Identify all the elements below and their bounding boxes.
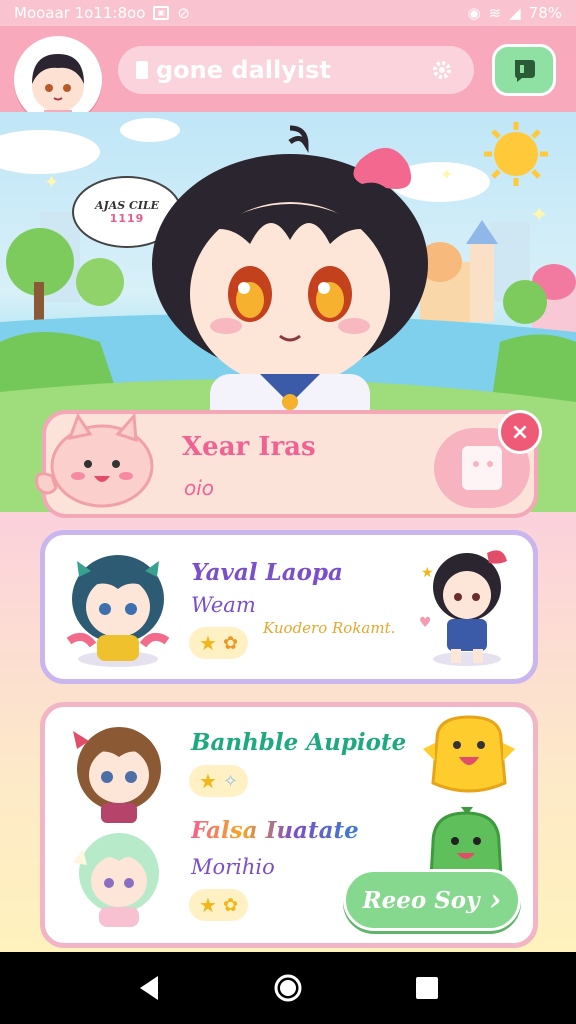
svg-text:♥: ♥ [419, 615, 432, 631]
profile-card[interactable]: Xear Iras oio × [35, 410, 542, 518]
recents-icon[interactable] [414, 975, 440, 1001]
profile-subtitle: oio [184, 476, 215, 500]
no-sim-icon: ⊘ [177, 4, 190, 22]
rating-badge: ★ ✿ [189, 627, 249, 659]
document-icon [136, 61, 148, 79]
item2-name: Falsa Iuatate [191, 817, 359, 844]
item1-rating-badge: ★ ✧ [189, 765, 249, 797]
status-time: Mooaar 1o11:8oo [14, 4, 146, 22]
pink-pet-mascot [35, 412, 154, 508]
status-bar: Mooaar 1o11:8oo ▣ ⊘ ◉ ≋ ◢ 78% [0, 0, 576, 26]
star-icon: ★ [199, 769, 217, 793]
title-bar[interactable]: gone dallyist [118, 46, 474, 94]
app-header: gone dallyist [0, 26, 576, 124]
home-icon[interactable] [273, 973, 303, 1003]
svg-text:★: ★ [421, 565, 434, 581]
paw-icon: ✿ [222, 894, 239, 916]
character-role: Weam [191, 593, 256, 617]
character-card-2[interactable]: Banhble Aupiote ★ ✧ Falsa Iuatate Morihi… [40, 702, 538, 948]
gear-icon[interactable] [428, 56, 456, 84]
chat-bubble-icon [515, 60, 535, 82]
profile-name: Xear Iras [182, 432, 316, 462]
back-icon[interactable] [136, 974, 162, 1002]
star-icon: ★ [199, 631, 217, 655]
character-name: Yaval Laopa [191, 559, 343, 586]
sparkle-icon: ✧ [222, 770, 239, 792]
navigation-bar [0, 952, 576, 1024]
chat-button[interactable] [492, 44, 556, 96]
paw-icon: ✿ [222, 632, 239, 654]
svg-text:✦: ✦ [44, 172, 59, 193]
character-card-1[interactable]: Yaval Laopa Weam ★ ✿ Kuodero Rokamt. ★ ♥ [40, 530, 538, 684]
cta-label: Reeo Soy [362, 886, 480, 914]
battery-level: 78% [528, 4, 562, 22]
close-icon: × [510, 419, 530, 445]
app-title: gone dallyist [156, 56, 331, 84]
chevron-right-icon: › [489, 882, 502, 918]
svg-text:✦: ✦ [440, 165, 453, 184]
star-icon: ★ [199, 893, 217, 917]
signal-icon: ◢ [509, 4, 521, 22]
item2-rating-badge: ★ ✿ [189, 889, 249, 921]
character-tagline: Kuodero Rokamt. [263, 619, 396, 637]
svg-text:✦: ✦ [530, 203, 548, 228]
sun-icon [484, 122, 548, 186]
item1-name: Banhble Aupiote [191, 729, 407, 756]
wifi-icon: ≋ [488, 4, 502, 22]
dark-haired-character: ★ ♥ [419, 550, 507, 666]
blue-haired-character [66, 555, 170, 667]
yellow-blob-mascot [423, 715, 515, 793]
close-badge-button[interactable]: × [498, 410, 542, 454]
item2-role: Morihio [191, 855, 275, 879]
brown-haired-character [73, 727, 161, 823]
main-character[interactable] [140, 124, 440, 444]
cta-button[interactable]: Reeo Soy › [343, 869, 521, 931]
gallery-icon: ▣ [153, 6, 170, 20]
mint-haired-character [73, 833, 159, 927]
avatar[interactable] [14, 36, 102, 124]
alarm-icon: ◉ [467, 4, 481, 22]
